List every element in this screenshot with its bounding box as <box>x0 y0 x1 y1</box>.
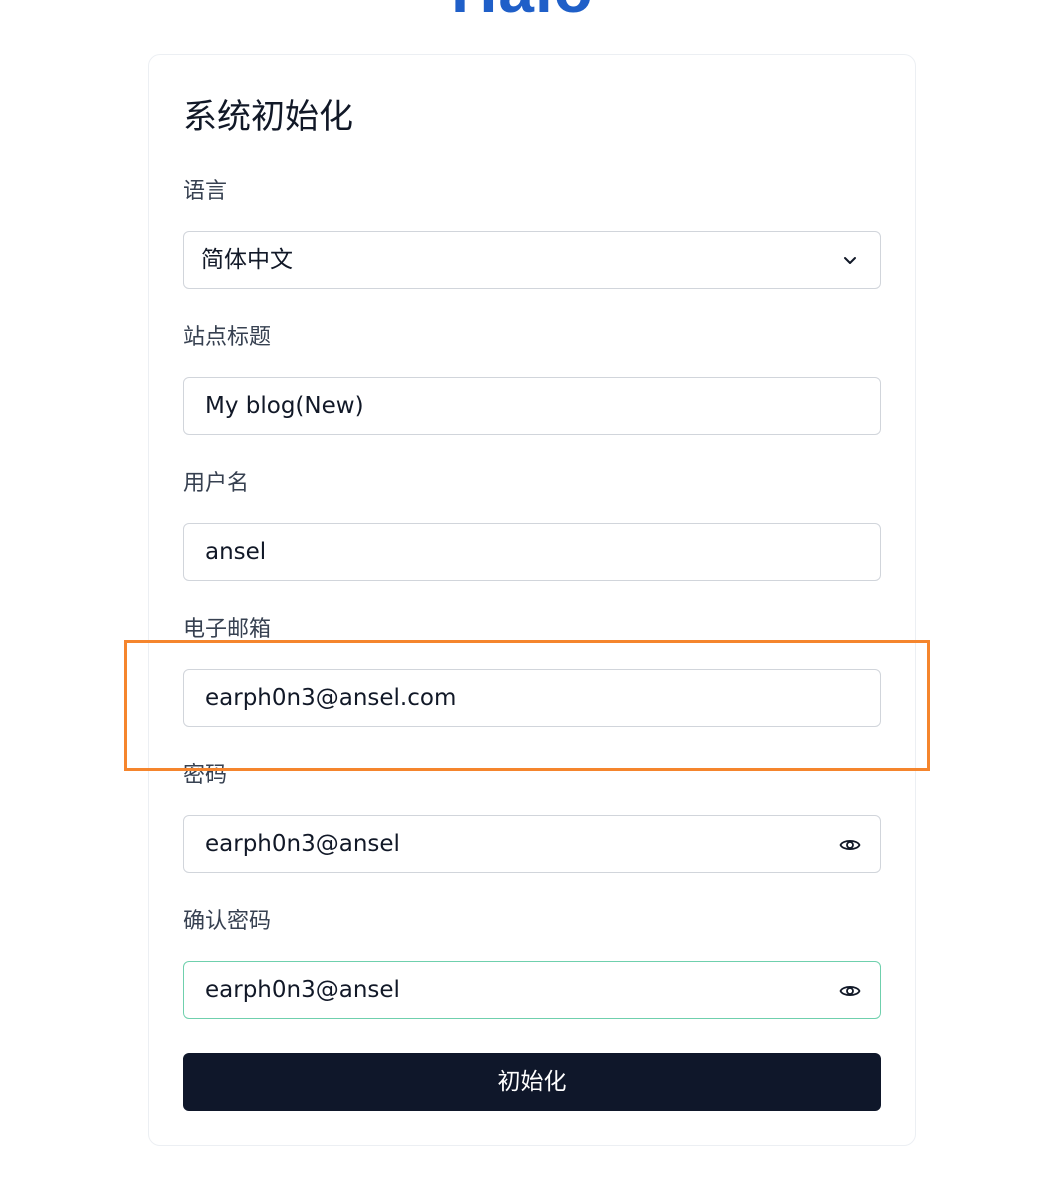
chevron-down-icon <box>844 257 856 264</box>
email-input[interactable]: earph0n3@ansel.com <box>183 669 881 727</box>
initialize-button[interactable]: 初始化 <box>183 1053 881 1111</box>
eye-icon[interactable] <box>838 979 862 1003</box>
username-label: 用户名 <box>183 471 250 496</box>
site-title-input[interactable]: My blog(New) <box>183 377 881 435</box>
eye-icon[interactable] <box>838 833 862 857</box>
confirm-password-label: 确认密码 <box>183 909 272 934</box>
page-title: 系统初始化 <box>183 97 353 137</box>
username-input[interactable]: ansel <box>183 523 881 581</box>
setup-card: 系统初始化 语言 简体中文 站点标题 My blog(New) 用户名 anse… <box>148 54 916 1146</box>
halo-logo: Halo <box>0 0 1045 22</box>
password-input[interactable]: earph0n3@ansel <box>183 815 881 873</box>
confirm-password-input[interactable]: earph0n3@ansel <box>183 961 881 1019</box>
site-title-label: 站点标题 <box>183 325 272 350</box>
email-label: 电子邮箱 <box>183 617 272 642</box>
site-title-value: My blog(New) <box>205 393 364 419</box>
username-value: ansel <box>205 539 267 565</box>
password-label: 密码 <box>183 763 228 788</box>
password-value: earph0n3@ansel <box>205 831 400 857</box>
language-label: 语言 <box>183 179 228 204</box>
email-value: earph0n3@ansel.com <box>205 685 457 711</box>
language-select[interactable]: 简体中文 <box>183 231 881 289</box>
language-select-value: 简体中文 <box>201 247 293 273</box>
confirm-password-value: earph0n3@ansel <box>205 977 400 1003</box>
